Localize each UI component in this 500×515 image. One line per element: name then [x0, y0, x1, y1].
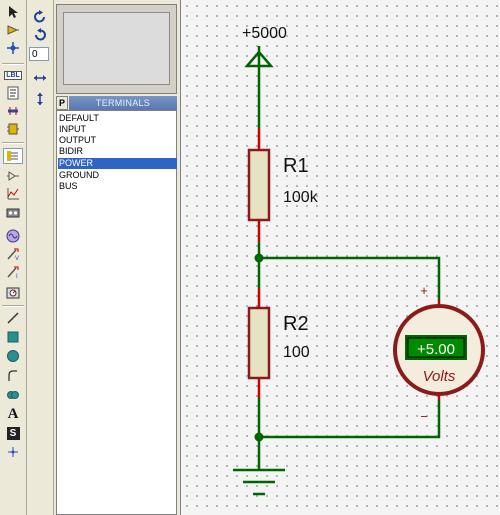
text-tool-icon[interactable]: A	[3, 406, 23, 422]
object-selector-title: TERMINALS	[69, 96, 177, 110]
rotation-angle-input[interactable]	[29, 47, 49, 61]
voltmeter-reading: +5.00	[417, 341, 455, 358]
virtual-instruments-mode-icon[interactable]	[3, 285, 23, 301]
circuit-wires	[257, 66, 441, 470]
box-tool-icon[interactable]	[3, 329, 23, 345]
schematic-canvas[interactable]: +5000 R1 100k R2 100 +5.00 Volts + −	[180, 0, 500, 515]
junction-dot[interactable]	[254, 432, 264, 442]
power-terminal[interactable]	[244, 46, 274, 68]
resistor-r2[interactable]	[247, 288, 271, 398]
list-item-bidir[interactable]: BIDIR	[58, 146, 177, 157]
voltmeter-minus-sign: −	[420, 409, 428, 424]
mode-toolbar: LBL V I A S	[0, 0, 27, 515]
ground-terminal[interactable]	[233, 468, 285, 496]
line-tool-icon[interactable]	[3, 310, 23, 326]
list-item-output[interactable]: OUTPUT	[58, 135, 177, 146]
buses-mode-icon[interactable]	[3, 103, 23, 119]
generator-mode-icon[interactable]	[3, 228, 23, 244]
junction-dot-mode-icon[interactable]	[3, 40, 23, 56]
power-terminal-label: +5000	[242, 25, 287, 42]
r1-reference: R1	[283, 155, 309, 177]
overview-window[interactable]	[56, 4, 177, 94]
path-tool-icon[interactable]	[3, 387, 23, 403]
device-pins-mode-icon[interactable]	[3, 168, 23, 184]
r2-value: 100	[283, 344, 310, 361]
symbol-tool-glyph: S	[6, 426, 20, 440]
symbol-tool-icon[interactable]: S	[3, 425, 23, 441]
list-item-input[interactable]: INPUT	[58, 124, 177, 135]
object-selector-list[interactable]: DEFAULT INPUT OUTPUT BIDIR POWER GROUND …	[56, 110, 177, 515]
selection-mode-icon[interactable]	[3, 4, 23, 20]
schematic-drawing: +5000 R1 100k R2 100 +5.00 Volts + −	[233, 25, 485, 496]
svg-text:I: I	[16, 274, 18, 279]
list-item-power[interactable]: POWER	[58, 158, 177, 169]
text-script-mode-icon[interactable]	[3, 85, 23, 101]
rotate-clockwise-icon[interactable]	[30, 9, 50, 25]
wire-label-text: LBL	[4, 70, 22, 80]
overview-sheet-outline	[63, 12, 170, 85]
current-probe-mode-icon[interactable]: I	[3, 264, 23, 280]
component-mode-icon[interactable]	[3, 22, 23, 38]
terminals-mode-icon[interactable]	[3, 148, 23, 164]
svg-text:V: V	[15, 256, 19, 261]
rotate-anticlockwise-icon[interactable]	[30, 27, 50, 43]
pick-devices-button[interactable]: P	[56, 96, 68, 110]
arc-tool-icon[interactable]	[3, 368, 23, 384]
mirror-vertical-icon[interactable]	[30, 91, 50, 107]
voltmeter-plus-sign: +	[420, 283, 428, 298]
rotation-toolbar	[27, 0, 54, 515]
text-tool-glyph: A	[7, 405, 19, 422]
marker-tool-icon[interactable]	[3, 444, 23, 460]
subcircuit-mode-icon[interactable]	[3, 121, 23, 137]
voltage-probe-mode-icon[interactable]: V	[3, 246, 23, 262]
list-item-bus[interactable]: BUS	[58, 181, 177, 192]
list-item-default[interactable]: DEFAULT	[58, 113, 177, 124]
object-selector-header: P TERMINALS	[56, 96, 177, 110]
list-item-ground[interactable]: GROUND	[58, 170, 177, 181]
circle-tool-icon[interactable]	[3, 348, 23, 364]
voltmeter-unit-label: Volts	[423, 368, 456, 385]
r2-reference: R2	[283, 313, 309, 335]
tape-recorder-mode-icon[interactable]	[3, 205, 23, 221]
graph-mode-icon[interactable]	[3, 186, 23, 202]
r1-value: 100k	[283, 189, 319, 206]
mirror-horizontal-icon[interactable]	[30, 70, 50, 86]
resistor-r1[interactable]	[247, 128, 271, 242]
junction-dot[interactable]	[254, 253, 264, 263]
wire-label-mode-icon[interactable]: LBL	[3, 67, 23, 83]
